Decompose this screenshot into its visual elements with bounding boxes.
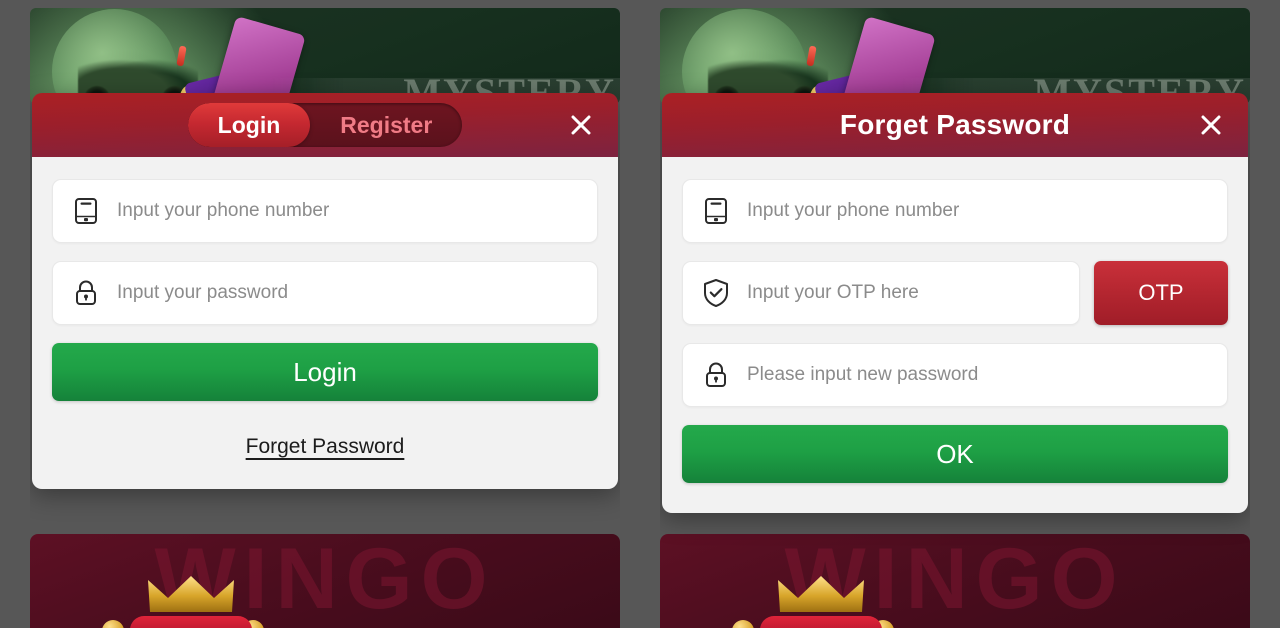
- close-icon[interactable]: [566, 110, 596, 140]
- password-input[interactable]: [117, 282, 579, 304]
- ok-button[interactable]: OK: [682, 425, 1228, 483]
- login-screen: MYSTERY WINGO Login Register Input your …: [30, 0, 620, 628]
- forget-password-row: Forget Password: [52, 435, 598, 459]
- new-password-field[interactable]: [682, 343, 1228, 407]
- forget-password-modal-body: OTP OK: [662, 157, 1248, 513]
- screenshot-root: MYSTERY WINGO Login Register Input your …: [0, 0, 1280, 628]
- promo-banner-top: MYSTERY: [660, 8, 1250, 104]
- phone-field[interactable]: [52, 179, 598, 243]
- prize-card-icon: [840, 15, 936, 104]
- lottery-ball-icon: [732, 620, 754, 628]
- otp-row: OTP: [682, 261, 1228, 325]
- tab-login[interactable]: Login: [187, 103, 311, 147]
- phone-field[interactable]: [682, 179, 1228, 243]
- phone-input[interactable]: [747, 200, 1209, 222]
- phone-icon: [701, 196, 731, 226]
- new-password-input[interactable]: [747, 364, 1209, 386]
- lock-icon: [701, 360, 731, 390]
- modal-title: Forget Password: [839, 109, 1071, 140]
- login-modal-header: Login Register: [32, 93, 618, 157]
- shield-check-icon: [701, 278, 731, 308]
- forget-password-screen: MYSTERY WINGO Forget Password Input your…: [660, 0, 1250, 628]
- promo-banner-bottom: WINGO: [30, 534, 620, 628]
- crown-base: [130, 616, 252, 628]
- otp-field[interactable]: [682, 261, 1080, 325]
- forget-password-link[interactable]: Forget Password: [246, 435, 405, 459]
- tab-register[interactable]: Register: [310, 103, 462, 147]
- password-field[interactable]: [52, 261, 598, 325]
- otp-input[interactable]: [747, 282, 1061, 304]
- crown-icon: [778, 576, 864, 612]
- crown-base: [760, 616, 882, 628]
- auth-tab-group: Login Register: [187, 103, 463, 147]
- login-modal-body: Login Forget Password: [32, 157, 618, 489]
- lottery-ball-icon: [102, 620, 124, 628]
- send-otp-button[interactable]: OTP: [1094, 261, 1228, 325]
- phone-input[interactable]: [117, 200, 579, 222]
- close-icon[interactable]: [1196, 110, 1226, 140]
- phone-icon: [71, 196, 101, 226]
- promo-banner-top: MYSTERY: [30, 8, 620, 104]
- promo-banner-bottom: WINGO: [660, 534, 1250, 628]
- prize-card-icon: [210, 15, 306, 104]
- forget-password-modal: Forget Password Input your phone number …: [662, 93, 1248, 513]
- lock-icon: [71, 278, 101, 308]
- forget-password-modal-header: Forget Password: [662, 93, 1248, 157]
- crown-icon: [148, 576, 234, 612]
- login-modal: Login Register Input your phone number L…: [32, 93, 618, 489]
- login-button[interactable]: Login: [52, 343, 598, 401]
